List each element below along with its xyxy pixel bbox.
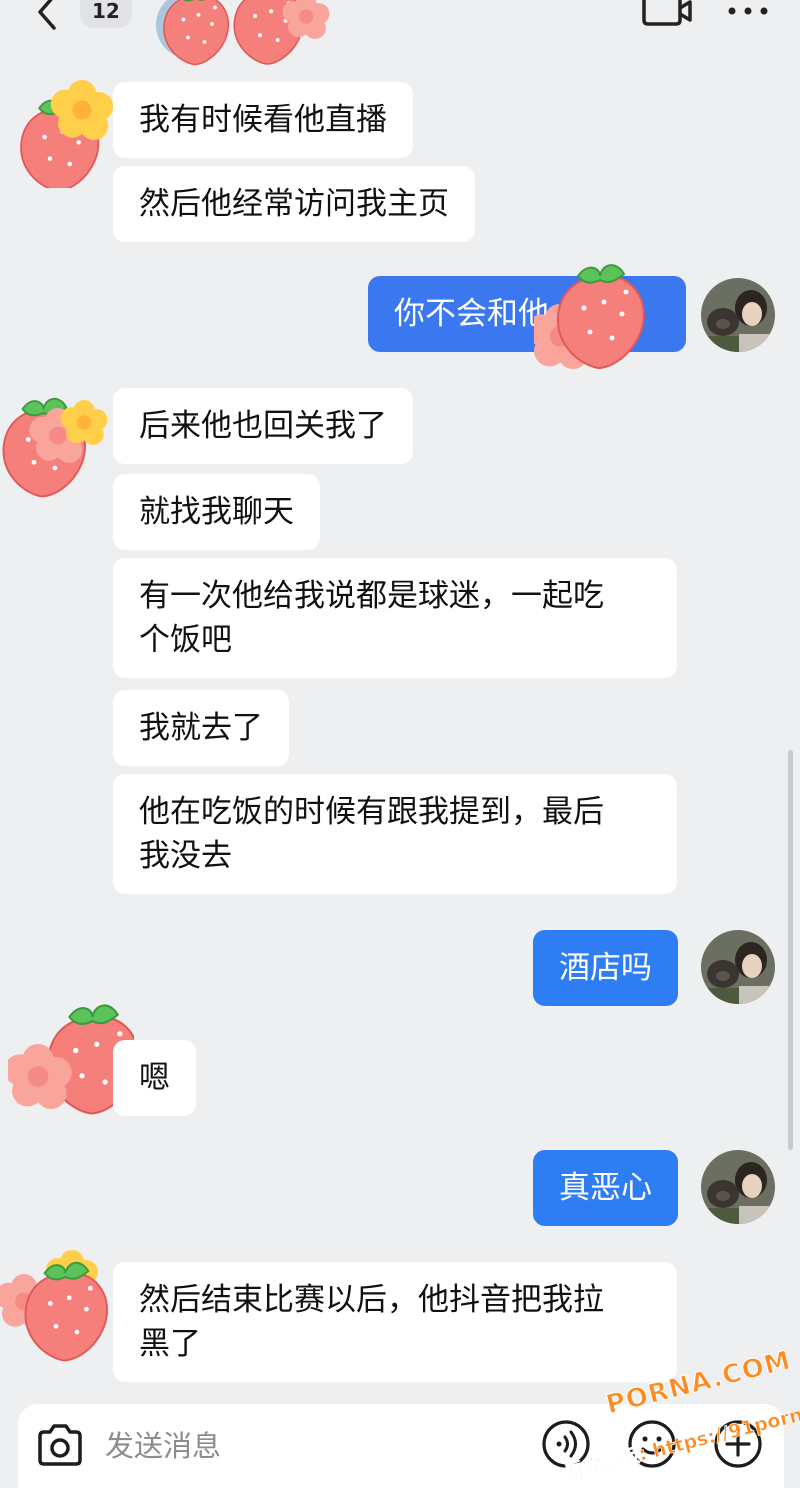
user-avatar[interactable] bbox=[701, 1150, 775, 1224]
chat-contact-avatar-sticker[interactable] bbox=[150, 0, 330, 75]
user-avatar[interactable] bbox=[701, 930, 775, 1004]
message-text: 我就去了 bbox=[139, 710, 263, 746]
message-text: 后来他也回关我了 bbox=[139, 408, 387, 444]
message-text-line: 然后结束比赛以后，他抖音把我拉 bbox=[139, 1282, 604, 1318]
message-text-line: 黑了 bbox=[139, 1326, 201, 1362]
message-text: 然后他经常访问我主页 bbox=[139, 186, 449, 222]
strawberry-sticker-avatar[interactable] bbox=[0, 1246, 112, 1368]
message-text: 真恶心 bbox=[559, 1170, 652, 1206]
outgoing-message[interactable]: 酒店吗 bbox=[533, 930, 678, 1006]
user-avatar[interactable] bbox=[701, 278, 775, 352]
user-photo bbox=[701, 930, 775, 1004]
message-text: 我有时候看他直播 bbox=[139, 102, 387, 138]
incoming-message[interactable]: 嗯 bbox=[113, 1040, 196, 1116]
incoming-message[interactable]: 他在吃饭的时候有跟我提到，最后 我没去 bbox=[113, 774, 677, 894]
strawberry-sticker-avatar[interactable] bbox=[0, 384, 116, 500]
incoming-message[interactable]: 然后结束比赛以后，他抖音把我拉 黑了 bbox=[113, 1262, 677, 1382]
user-photo bbox=[701, 278, 775, 352]
top-bar: 12 bbox=[0, 0, 800, 66]
scrollbar[interactable] bbox=[788, 750, 793, 1150]
incoming-message[interactable]: 有一次他给我说都是球迷，一起吃 个饭吧 bbox=[113, 558, 677, 678]
message-input[interactable]: 发送消息 bbox=[105, 1424, 221, 1468]
incoming-message[interactable]: 后来他也回关我了 bbox=[113, 388, 413, 464]
unread-count-badge[interactable]: 12 bbox=[80, 0, 132, 28]
strawberry-sticker-overlay bbox=[534, 264, 645, 369]
message-text: 就找我聊天 bbox=[139, 494, 294, 530]
chevron-left-icon[interactable] bbox=[30, 0, 64, 36]
message-text-line: 我没去 bbox=[139, 838, 232, 874]
message-text: 酒店吗 bbox=[559, 950, 652, 986]
outgoing-message[interactable]: 真恶心 bbox=[533, 1150, 678, 1226]
message-text: 嗯 bbox=[139, 1060, 170, 1096]
strawberry-sticker-avatar[interactable] bbox=[12, 78, 116, 188]
incoming-message[interactable]: 就找我聊天 bbox=[113, 474, 320, 550]
user-photo bbox=[701, 1150, 775, 1224]
message-text-line: 有一次他给我说都是球迷，一起吃 bbox=[139, 578, 604, 614]
incoming-message[interactable]: 我就去了 bbox=[113, 690, 289, 766]
more-icon[interactable] bbox=[726, 4, 770, 18]
video-call-icon[interactable] bbox=[640, 0, 694, 28]
incoming-message[interactable]: 然后他经常访问我主页 bbox=[113, 166, 475, 242]
camera-icon[interactable] bbox=[34, 1420, 86, 1472]
message-text-line: 个饭吧 bbox=[139, 622, 232, 658]
incoming-message[interactable]: 我有时候看他直播 bbox=[113, 82, 413, 158]
message-text-line: 他在吃饭的时候有跟我提到，最后 bbox=[139, 794, 604, 830]
